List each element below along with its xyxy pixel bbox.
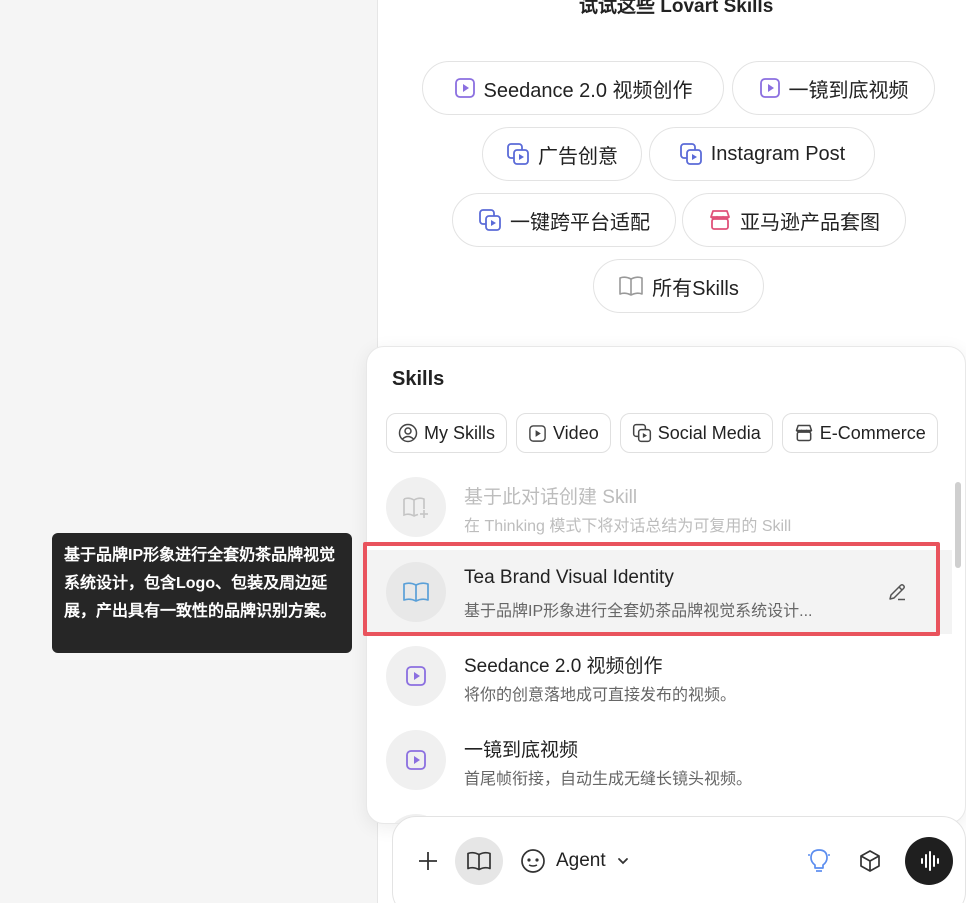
social-media-icon bbox=[507, 143, 529, 165]
book-icon bbox=[467, 851, 491, 871]
social-media-icon bbox=[679, 143, 702, 165]
edit-skill-button[interactable] bbox=[886, 581, 908, 603]
tab-video[interactable]: Video bbox=[516, 413, 611, 453]
social-media-icon bbox=[632, 423, 651, 443]
add-button[interactable] bbox=[412, 845, 444, 877]
social-media-icon bbox=[479, 209, 501, 231]
tab-label: My Skills bbox=[424, 422, 495, 443]
tab-label: E-Commerce bbox=[819, 422, 926, 443]
skill-name: Seedance 2.0 视频创作 bbox=[464, 656, 663, 677]
chip-ad-creative[interactable]: 广告创意 bbox=[482, 127, 642, 181]
chip-label: 一镜到底视频 bbox=[788, 79, 909, 102]
tab-e-commerce[interactable]: E-Commerce bbox=[781, 413, 938, 453]
agent-mode-selector[interactable]: Agent bbox=[520, 845, 630, 877]
skill-name: 一镜到底视频 bbox=[464, 740, 579, 761]
suggestions-title: 试试这些 Lovart Skills bbox=[579, 0, 774, 17]
voice-button[interactable] bbox=[905, 837, 953, 885]
skill-description: 在 Thinking 模式下将对话总结为可复用的 Skill bbox=[464, 518, 792, 535]
icon-circle bbox=[386, 646, 446, 706]
agent-face-icon bbox=[521, 849, 545, 873]
chip-label: 所有Skills bbox=[652, 277, 739, 300]
icon-circle bbox=[386, 477, 446, 537]
book-plus-icon bbox=[403, 497, 428, 518]
skill-item-one-take[interactable]: 一镜到底视频 首尾帧衔接，自动生成无缝长镜头视频。 bbox=[367, 718, 952, 802]
skill-description: 首尾帧衔接，自动生成无缝长镜头视频。 bbox=[464, 771, 753, 788]
video-play-icon bbox=[454, 78, 475, 98]
book-icon bbox=[619, 276, 643, 296]
skills-button[interactable] bbox=[455, 837, 503, 885]
skill-tooltip: 基于品牌IP形象进行全套奶茶品牌视觉系统设计，包含Logo、包装及周边延展，产出… bbox=[52, 533, 352, 653]
chip-seedance-video[interactable]: Seedance 2.0 视频创作 bbox=[422, 61, 724, 115]
skill-name: 基于此对话创建 Skill bbox=[464, 487, 638, 508]
tab-label: Social Media bbox=[657, 422, 761, 443]
skill-item-seedance[interactable]: Seedance 2.0 视频创作 将你的创意落地成可直接发布的视频。 bbox=[367, 634, 952, 718]
chip-one-take-video[interactable]: 一镜到底视频 bbox=[732, 61, 935, 115]
popup-title: Skills bbox=[392, 368, 445, 390]
left-pane bbox=[0, 0, 378, 903]
video-play-icon bbox=[406, 750, 426, 770]
icon-circle bbox=[386, 562, 446, 622]
video-play-icon bbox=[529, 424, 546, 442]
plus-icon bbox=[419, 852, 437, 870]
video-play-icon bbox=[759, 78, 780, 98]
skills-popup: Skills My Skills Video Social Media E-Co… bbox=[366, 346, 966, 824]
3d-model-button[interactable] bbox=[854, 845, 886, 877]
chip-instagram-post[interactable]: Instagram Post bbox=[649, 127, 875, 181]
chip-cross-platform[interactable]: 一键跨平台适配 bbox=[452, 193, 676, 247]
chip-label: Instagram Post bbox=[710, 142, 846, 165]
cube-icon bbox=[860, 850, 880, 872]
tab-social-media[interactable]: Social Media bbox=[619, 413, 773, 453]
book-icon bbox=[403, 582, 429, 602]
tab-my-skills[interactable]: My Skills bbox=[386, 413, 507, 453]
chip-amazon-product[interactable]: 亚马逊产品套图 bbox=[682, 193, 906, 247]
storefront-icon bbox=[795, 424, 813, 442]
skill-name: Tea Brand Visual Identity bbox=[464, 567, 674, 588]
inspiration-button[interactable] bbox=[803, 845, 835, 877]
pencil-icon bbox=[889, 584, 905, 601]
chip-label: 广告创意 bbox=[538, 145, 618, 168]
chip-all-skills[interactable]: 所有Skills bbox=[593, 259, 764, 313]
skills-category-tabs: My Skills Video Social Media E-Commerce bbox=[386, 413, 952, 455]
scrollbar[interactable] bbox=[955, 482, 961, 568]
skill-description: 基于品牌IP形象进行全套奶茶品牌视觉系统设计... bbox=[464, 603, 813, 620]
video-play-icon bbox=[406, 666, 426, 686]
create-skill-item[interactable]: 基于此对话创建 Skill 在 Thinking 模式下将对话总结为可复用的 S… bbox=[367, 465, 952, 549]
chip-label: 一键跨平台适配 bbox=[510, 211, 650, 234]
chip-label: Seedance 2.0 视频创作 bbox=[483, 79, 693, 102]
chevron-down-icon bbox=[617, 858, 628, 865]
user-circle-icon bbox=[398, 423, 418, 443]
storefront-icon bbox=[710, 210, 730, 230]
icon-circle bbox=[386, 730, 446, 790]
lightbulb-icon bbox=[808, 849, 830, 872]
skill-item-tea-brand[interactable]: Tea Brand Visual Identity 基于品牌IP形象进行全套奶茶… bbox=[367, 550, 952, 634]
chip-label: 亚马逊产品套图 bbox=[740, 211, 880, 234]
soundwave-icon bbox=[921, 851, 939, 871]
tab-label: Video bbox=[553, 422, 599, 443]
skill-description: 将你的创意落地成可直接发布的视频。 bbox=[464, 687, 737, 704]
agent-label: Agent bbox=[556, 850, 606, 871]
